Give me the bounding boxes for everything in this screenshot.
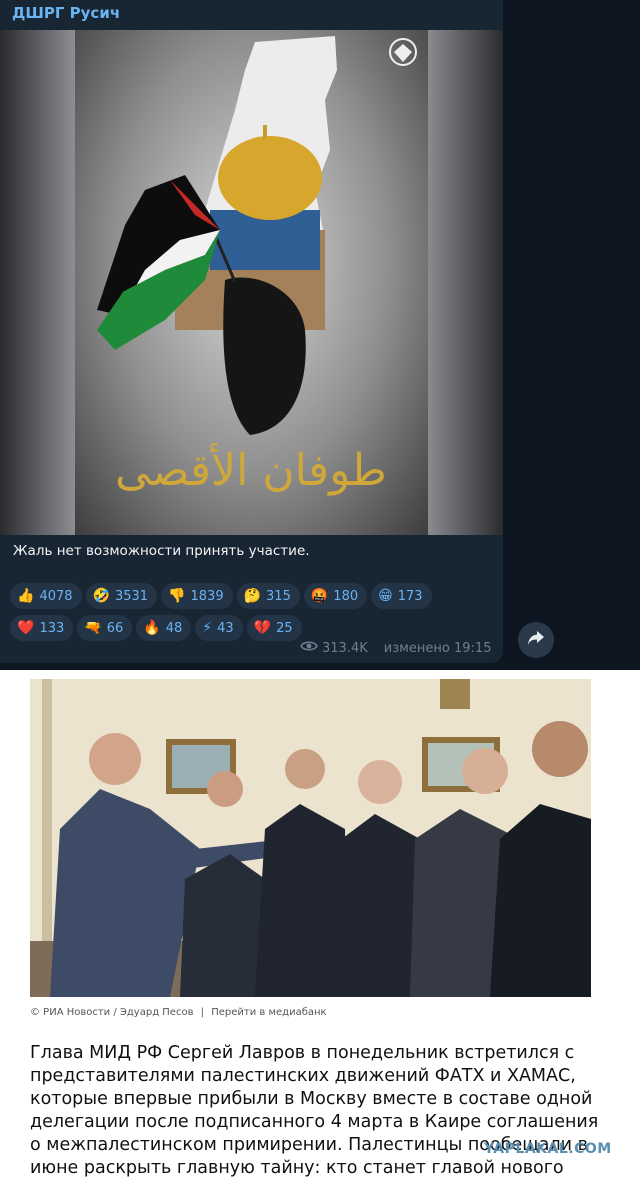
- reactions-bar: 👍 4078 🤣 3531 👎 1839 🤔 315 🤬 180 😁 173 ❤️ 133 🔫 66 🔥 48 ⚡ 4…: [10, 583, 490, 647]
- view-count: 313.4K: [322, 640, 368, 656]
- mediabank-link[interactable]: Перейти в медиабанк: [211, 1007, 326, 1018]
- pistol-icon: 🔫: [84, 620, 102, 636]
- lightning-icon: ⚡: [202, 620, 213, 636]
- reaction-count: 43: [217, 620, 234, 636]
- grin-icon: 😁: [378, 588, 393, 604]
- reaction-chip[interactable]: 👍 4078: [10, 583, 82, 609]
- reaction-count: 1839: [190, 588, 224, 604]
- angry-icon: 🤬: [310, 588, 329, 604]
- poster-artwork: طوفان الأقصى: [97, 36, 417, 496]
- reaction-chip[interactable]: 💔 25: [246, 615, 302, 641]
- credit-source: © РИА Новости / Эдуард Песов: [30, 1007, 194, 1018]
- reaction-count: 66: [106, 620, 124, 636]
- thumbs-up-icon: 👍: [17, 588, 35, 604]
- reaction-chip[interactable]: 🤔 315: [236, 583, 300, 609]
- meeting-photo-illustration: [30, 679, 591, 997]
- article-paragraph: Глава МИД РФ Сергей Лавров в понедельник…: [30, 1043, 599, 1178]
- golden-dome: [218, 136, 322, 220]
- reaction-count: 4078: [39, 588, 73, 604]
- reaction-chip[interactable]: 👎 1839: [161, 583, 233, 609]
- photo-credit: © РИА Новости / Эдуард Песов | Перейти в…: [30, 1007, 331, 1018]
- fire-icon: 🔥: [143, 620, 161, 636]
- image-blur-right: [428, 30, 503, 535]
- reaction-chip[interactable]: 🤬 180: [303, 583, 368, 609]
- credit-separator: |: [200, 1007, 205, 1018]
- channel-name[interactable]: ДШРГ Русич: [12, 4, 120, 22]
- syria-eagle-icon: [389, 38, 417, 66]
- reaction-chip[interactable]: 🔥 48: [136, 615, 192, 641]
- share-button[interactable]: [518, 622, 554, 658]
- reaction-count: 48: [165, 620, 183, 636]
- reaction-count: 315: [266, 588, 291, 604]
- heart-icon: ❤️: [17, 620, 35, 636]
- article-body: Глава МИД РФ Сергей Лавров в понедельник…: [30, 1042, 610, 1180]
- reaction-chip[interactable]: ⚡ 43: [195, 615, 243, 641]
- reaction-chip[interactable]: 😁 173: [371, 583, 432, 609]
- reaction-count: 173: [397, 588, 423, 604]
- dome-spire: [263, 125, 267, 139]
- broken-heart-icon: 💔: [253, 620, 272, 636]
- thumbs-down-icon: 👎: [168, 588, 186, 604]
- reaction-count: 180: [333, 588, 359, 604]
- arabic-calligraphy: طوفان الأقصى: [115, 442, 387, 496]
- post-image[interactable]: طوفان الأقصى: [0, 30, 503, 535]
- rofl-icon: 🤣: [92, 588, 110, 604]
- reaction-chip[interactable]: 🤣 3531: [85, 583, 158, 609]
- article-photo[interactable]: [30, 679, 591, 997]
- eye-icon: [300, 640, 318, 656]
- reaction-chip[interactable]: 🔫 66: [77, 615, 133, 641]
- reaction-count: 25: [276, 620, 293, 636]
- post-caption: Жаль нет возможности принять участие.: [13, 543, 310, 559]
- telegram-panel: ДШРГ Русич طوفان الأقصى Жаль нет возможн…: [0, 0, 640, 670]
- message-bubble: ДШРГ Русич طوفان الأقصى Жаль нет возможн…: [0, 0, 503, 663]
- al-aqsa-poster: طوفان الأقصى: [75, 30, 428, 535]
- reaction-count: 133: [39, 620, 65, 636]
- reaction-chip[interactable]: ❤️ 133: [10, 615, 74, 641]
- site-watermark: YAPLAKAL.COM: [484, 1141, 612, 1157]
- edited-time: изменено 19:15: [383, 640, 492, 656]
- reaction-count: 3531: [114, 588, 149, 604]
- image-blur-left: [0, 30, 75, 535]
- post-meta: 313.4K изменено 19:15: [300, 640, 491, 656]
- share-arrow-icon: [527, 630, 545, 650]
- thinking-icon: 🤔: [243, 588, 262, 604]
